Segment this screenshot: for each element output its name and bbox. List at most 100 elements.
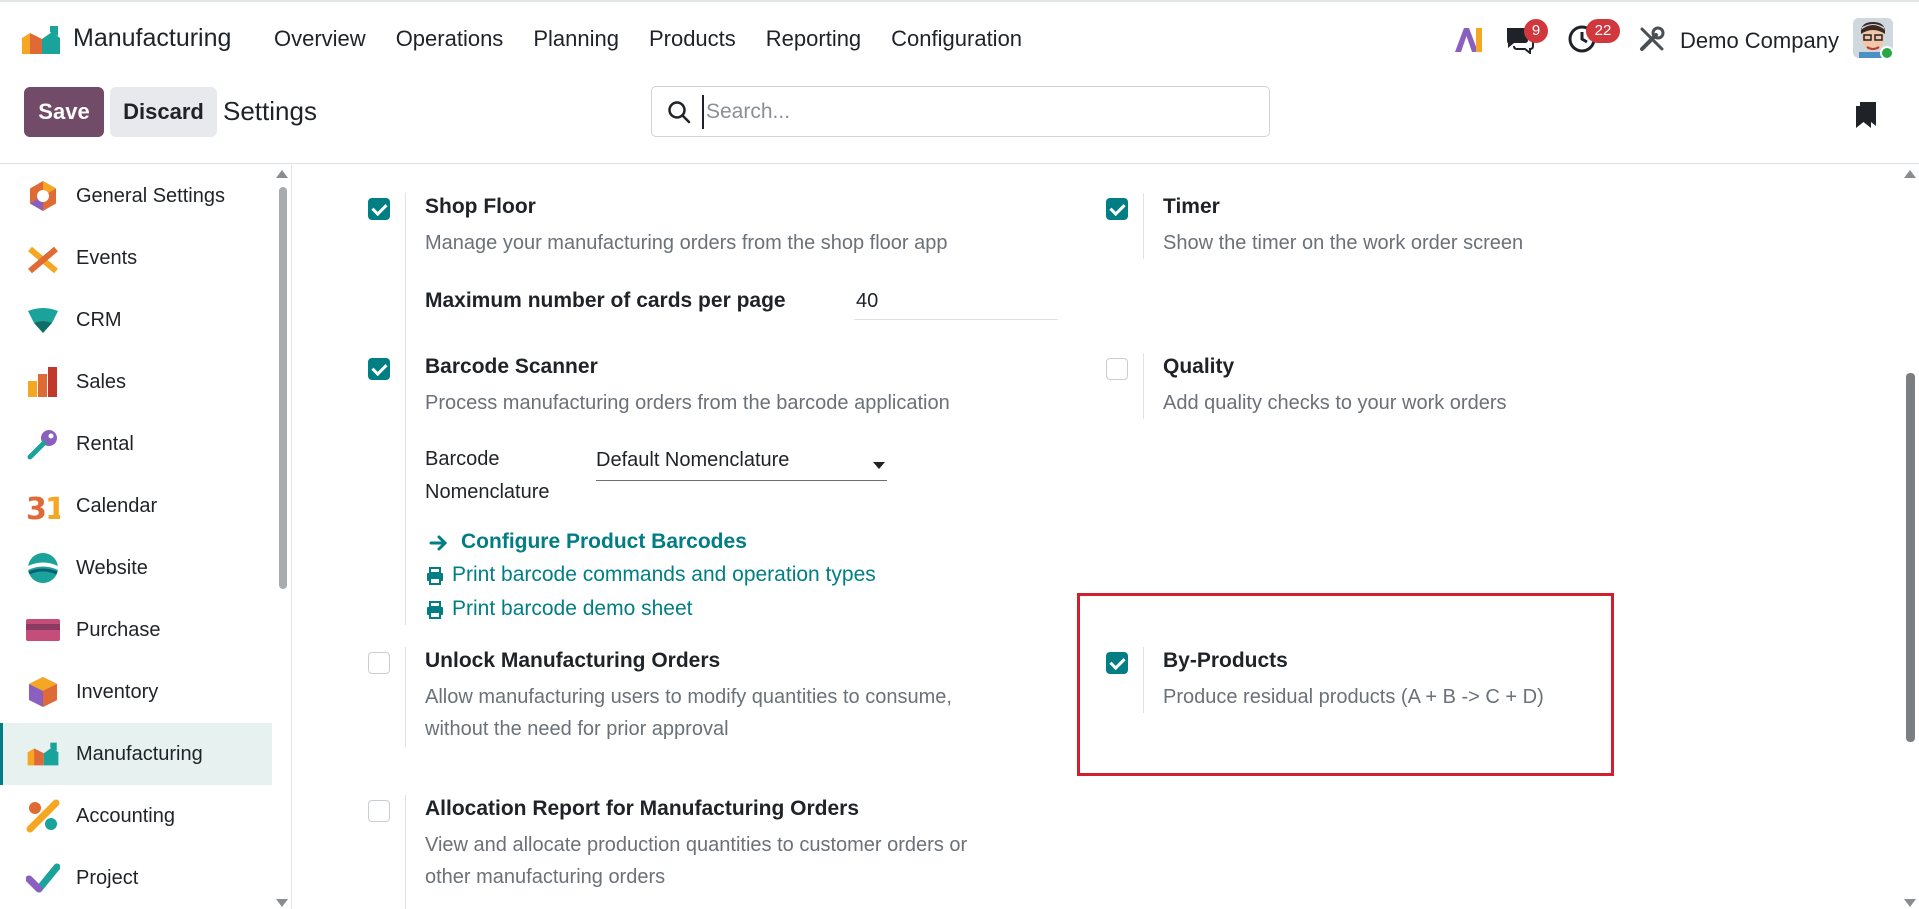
sidebar-scroll-up-icon[interactable] <box>276 170 288 178</box>
print-barcode-commands-link[interactable]: Print barcode commands and operation typ… <box>452 563 876 587</box>
sidebar-item-website[interactable]: Website <box>0 537 272 599</box>
sidebar-item-sales[interactable]: Sales <box>0 351 272 413</box>
chevron-down-icon <box>873 462 885 469</box>
arrow-right-icon <box>429 535 448 551</box>
sidebar-label: Accounting <box>76 804 175 827</box>
print-barcode-demo-link[interactable]: Print barcode demo sheet <box>452 597 692 621</box>
sidebar-item-crm[interactable]: CRM <box>0 289 272 351</box>
sidebar-label: Calendar <box>76 494 158 517</box>
timer-checkbox[interactable] <box>1106 198 1128 220</box>
barcode-scanner-checkbox[interactable] <box>368 358 390 380</box>
allocation-report-title: Allocation Report for Manufacturing Orde… <box>425 797 860 820</box>
menu-operations[interactable]: Operations <box>396 26 504 52</box>
menu-products[interactable]: Products <box>649 26 736 52</box>
inventory-icon <box>29 677 57 707</box>
activities-badge: 22 <box>1586 19 1620 43</box>
max-cards-underline <box>854 319 1058 320</box>
shop-floor-checkbox[interactable] <box>368 198 390 220</box>
unlock-mo-desc: Allow manufacturing users to modify quan… <box>425 686 952 740</box>
general-settings-icon <box>30 181 56 211</box>
sidebar-label: Sales <box>76 370 127 393</box>
sidebar-label: Purchase <box>76 618 161 641</box>
setting-divider <box>405 353 406 625</box>
sidebar-scrollbar-thumb[interactable] <box>279 187 287 589</box>
configure-product-barcodes-link[interactable]: Configure Product Barcodes <box>461 530 747 554</box>
tools-icon[interactable] <box>1637 24 1667 54</box>
sales-icon <box>28 367 57 397</box>
events-icon <box>28 246 58 274</box>
sidebar-label: Rental <box>76 432 134 455</box>
sidebar-item-accounting[interactable]: Accounting <box>0 785 272 847</box>
search-box[interactable] <box>651 86 1270 137</box>
bookmark-icon[interactable] <box>1854 100 1878 130</box>
setting-divider <box>1143 353 1144 419</box>
quality-desc: Add quality checks to your work orders <box>1163 392 1507 414</box>
app-name[interactable]: Manufacturing <box>73 24 231 53</box>
svg-text:1: 1 <box>45 492 60 523</box>
crm-icon <box>28 308 58 333</box>
allocation-report-desc: View and allocate production quantities … <box>425 834 968 888</box>
max-cards-label: Maximum number of cards per page <box>425 289 786 312</box>
printer-icon <box>427 601 443 619</box>
barcode-scanner-title: Barcode Scanner <box>425 355 598 378</box>
nomenclature-select[interactable]: Default Nomenclature <box>596 449 887 481</box>
company-switcher[interactable]: Demo Company <box>1680 28 1839 54</box>
barcode-scanner-desc: Process manufacturing orders from the ba… <box>425 392 950 414</box>
sidebar-label: General Settings <box>76 184 225 207</box>
setting-divider <box>405 647 406 747</box>
sidebar-item-events[interactable]: Events <box>0 227 272 289</box>
purchase-icon <box>26 619 60 641</box>
menu-reporting[interactable]: Reporting <box>766 26 861 52</box>
sidebar-item-calendar[interactable]: 3 1 Calendar <box>0 475 272 537</box>
timer-desc: Show the timer on the work order screen <box>1163 232 1524 254</box>
discard-button[interactable]: Discard <box>110 87 217 137</box>
printer-icon <box>427 567 443 585</box>
sidebar-item-project[interactable]: Project <box>0 847 272 909</box>
page-title: Settings <box>223 96 317 126</box>
max-cards-input[interactable]: 40 <box>856 290 878 313</box>
sidebar-label: Inventory <box>76 680 159 703</box>
sidebar-item-manufacturing[interactable]: Manufacturing <box>0 723 272 785</box>
sidebar-item-inventory[interactable]: Inventory <box>0 661 272 723</box>
top-navbar: Manufacturing Overview Operations Planni… <box>0 2 1919 76</box>
sidebar-label: CRM <box>76 308 122 331</box>
sidebar-label: Website <box>76 556 148 579</box>
timer-title: Timer <box>1163 195 1220 218</box>
main-scroll-up-icon[interactable] <box>1904 170 1916 178</box>
menu-configuration[interactable]: Configuration <box>891 26 1022 52</box>
svg-text:3: 3 <box>26 492 47 523</box>
website-icon <box>28 553 58 583</box>
ai-icon[interactable] <box>1452 22 1484 56</box>
setting-divider <box>1143 193 1144 259</box>
control-panel: Save Discard Settings <box>0 76 1919 164</box>
by-products-highlight-box <box>1077 593 1614 776</box>
menu-planning[interactable]: Planning <box>533 26 619 52</box>
sidebar-item-purchase[interactable]: Purchase <box>0 599 272 661</box>
accounting-icon <box>26 799 60 833</box>
settings-content: Shop Floor Manage your manufacturing ord… <box>292 165 1902 909</box>
menu-overview[interactable]: Overview <box>274 26 366 52</box>
quality-checkbox[interactable] <box>1106 358 1128 380</box>
messages-badge: 9 <box>1524 19 1548 43</box>
sidebar-scroll-down-icon[interactable] <box>276 899 288 907</box>
main-menu: Overview Operations Planning Products Re… <box>274 26 1022 52</box>
manufacturing-icon <box>27 742 59 766</box>
sidebar-item-general-settings[interactable]: General Settings <box>0 165 272 227</box>
search-input[interactable] <box>702 95 1242 129</box>
project-icon <box>26 863 60 893</box>
nomenclature-label: Barcode Nomenclature <box>425 448 550 503</box>
save-button[interactable]: Save <box>24 87 104 137</box>
search-icon <box>668 101 691 124</box>
online-status-dot <box>1880 46 1894 60</box>
sidebar-label: Project <box>76 866 139 889</box>
allocation-report-checkbox[interactable] <box>368 800 390 822</box>
sidebar-item-rental[interactable]: Rental <box>0 413 272 475</box>
manufacturing-app-icon[interactable] <box>20 24 62 56</box>
settings-sidebar: General Settings Events CRM Sales Rental <box>0 165 274 909</box>
shop-floor-desc: Manage your manufacturing orders from th… <box>425 232 948 254</box>
calendar-icon: 3 1 <box>26 492 60 523</box>
main-scrollbar-thumb[interactable] <box>1906 373 1915 742</box>
unlock-mo-checkbox[interactable] <box>368 652 390 674</box>
setting-divider <box>405 193 406 363</box>
main-scroll-down-icon[interactable] <box>1904 899 1916 907</box>
